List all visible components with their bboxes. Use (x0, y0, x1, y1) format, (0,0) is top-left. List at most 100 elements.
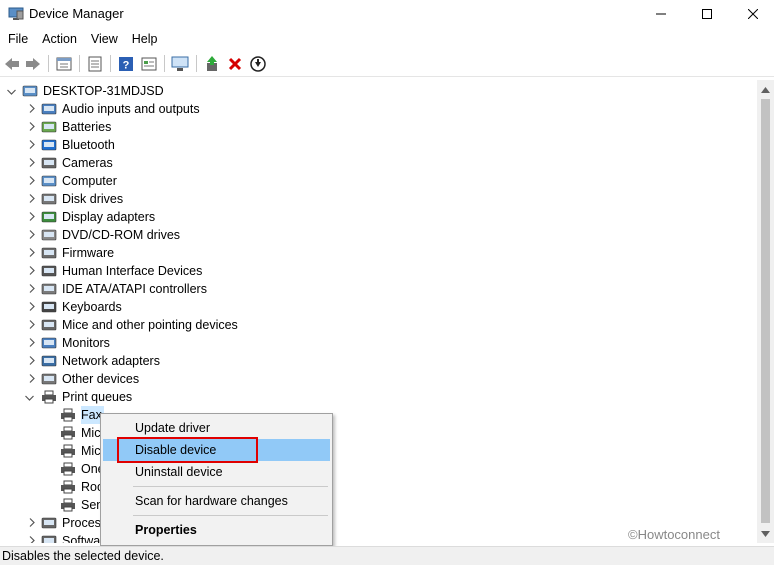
tree-root[interactable]: DESKTOP-31MDJSD (0, 82, 757, 100)
tree-category[interactable]: Display adapters (0, 208, 757, 226)
tree-category[interactable]: Human Interface Devices (0, 262, 757, 280)
menu-uninstall-device[interactable]: Uninstall device (103, 461, 330, 483)
tree-category[interactable]: Print queues (0, 388, 757, 406)
forward-icon[interactable] (23, 54, 43, 74)
watermark: ©Howtoconnect (628, 527, 720, 542)
status-bar: Disables the selected device. (0, 546, 774, 565)
expand-icon[interactable] (27, 518, 36, 527)
menu-file[interactable]: File (1, 28, 35, 50)
tree-device-label: Mic (81, 426, 101, 440)
device-category-icon (41, 245, 57, 261)
computer-scan-icon[interactable] (170, 54, 190, 74)
tree-category[interactable]: IDE ATA/ATAPI controllers (0, 280, 757, 298)
expand-icon[interactable] (27, 122, 36, 131)
context-menu: Update driver Disable device Uninstall d… (100, 413, 333, 546)
status-text: Disables the selected device. (2, 549, 164, 563)
device-category-icon (41, 317, 57, 333)
scroll-up-icon[interactable] (761, 85, 770, 94)
tree-category[interactable]: Monitors (0, 334, 757, 352)
menu-scan-hardware[interactable]: Scan for hardware changes (103, 490, 330, 512)
tree-category-label: Firmware (62, 246, 115, 260)
expand-icon[interactable] (27, 176, 36, 185)
tree-category[interactable]: Cameras (0, 154, 757, 172)
device-category-icon (41, 227, 57, 243)
device-category-icon (41, 263, 57, 279)
expand-icon[interactable] (27, 230, 36, 239)
menu-separator (133, 515, 328, 516)
tree-category[interactable]: Computer (0, 172, 757, 190)
collapse-icon[interactable] (25, 393, 34, 402)
menu-help[interactable]: Help (125, 28, 165, 50)
expand-icon[interactable] (27, 158, 36, 167)
expand-icon[interactable] (27, 212, 36, 221)
tree-category[interactable]: Batteries (0, 118, 757, 136)
tree-category-label: Other devices (62, 372, 140, 386)
help-icon[interactable]: ? (116, 54, 136, 74)
toolbar-separator (48, 55, 49, 72)
menu-action[interactable]: Action (35, 28, 84, 50)
expand-icon[interactable] (27, 302, 36, 311)
minimize-button[interactable] (638, 0, 684, 28)
device-manager-app-icon (8, 7, 24, 21)
toolbar-separator (196, 55, 197, 72)
device-category-icon (41, 209, 57, 225)
back-icon[interactable] (2, 54, 22, 74)
details-icon[interactable] (139, 54, 159, 74)
device-category-icon (41, 389, 57, 405)
list-icon[interactable] (85, 54, 105, 74)
printer-icon (60, 407, 76, 423)
menu-properties[interactable]: Properties (103, 519, 330, 541)
tree-category-label: Bluetooth (62, 138, 115, 152)
tree-category-label: Batteries (62, 120, 112, 134)
tree-category[interactable]: Firmware (0, 244, 757, 262)
tree-category[interactable]: Bluetooth (0, 136, 757, 154)
expand-icon[interactable] (27, 194, 36, 203)
tree-category[interactable]: Other devices (0, 370, 757, 388)
tree-category[interactable]: Mice and other pointing devices (0, 316, 757, 334)
expand-icon[interactable] (27, 374, 36, 383)
expand-icon[interactable] (27, 140, 36, 149)
menu-update-driver[interactable]: Update driver (103, 417, 330, 439)
tree-category[interactable]: Network adapters (0, 352, 757, 370)
menu-separator (133, 486, 328, 487)
tree-category-label: Cameras (62, 156, 113, 170)
disable-icon[interactable] (248, 54, 268, 74)
title-bar: Device Manager (0, 0, 774, 28)
tree-category[interactable]: DVD/CD-ROM drives (0, 226, 757, 244)
expand-icon[interactable] (27, 338, 36, 347)
menu-bar: File Action View Help (0, 28, 774, 50)
expand-icon[interactable] (27, 266, 36, 275)
tree-category-label: IDE ATA/ATAPI controllers (62, 282, 207, 296)
expand-icon[interactable] (27, 104, 36, 113)
close-button[interactable] (730, 0, 774, 28)
tree-category-label: Network adapters (62, 354, 160, 368)
scroll-down-icon[interactable] (761, 529, 770, 538)
scrollbar-thumb[interactable] (761, 99, 770, 523)
tree-category-label: Audio inputs and outputs (62, 102, 200, 116)
device-category-icon (41, 101, 57, 117)
update-driver-icon[interactable] (202, 54, 222, 74)
expand-icon[interactable] (27, 320, 36, 329)
expand-icon[interactable] (27, 536, 36, 543)
expand-icon[interactable] (27, 284, 36, 293)
menu-view[interactable]: View (84, 28, 125, 50)
maximize-button[interactable] (684, 0, 730, 28)
tree-category-label: Softwa (62, 534, 101, 543)
tree-category[interactable]: Disk drives (0, 190, 757, 208)
svg-text:?: ? (123, 60, 130, 72)
properties-icon[interactable] (54, 54, 74, 74)
expand-icon[interactable] (27, 248, 36, 257)
expand-icon[interactable] (27, 356, 36, 365)
tree-category[interactable]: Keyboards (0, 298, 757, 316)
uninstall-icon[interactable] (225, 54, 245, 74)
toolbar-separator (79, 55, 80, 72)
tree-category[interactable]: Audio inputs and outputs (0, 100, 757, 118)
vertical-scrollbar[interactable] (757, 80, 774, 543)
device-category-icon (41, 533, 57, 543)
collapse-icon[interactable] (7, 87, 16, 96)
tree-device-label: Mic (81, 444, 101, 458)
window-title: Device Manager (29, 6, 124, 21)
tree-category-label: Mice and other pointing devices (62, 318, 238, 332)
toolbar-separator (110, 55, 111, 72)
device-category-icon (41, 191, 57, 207)
